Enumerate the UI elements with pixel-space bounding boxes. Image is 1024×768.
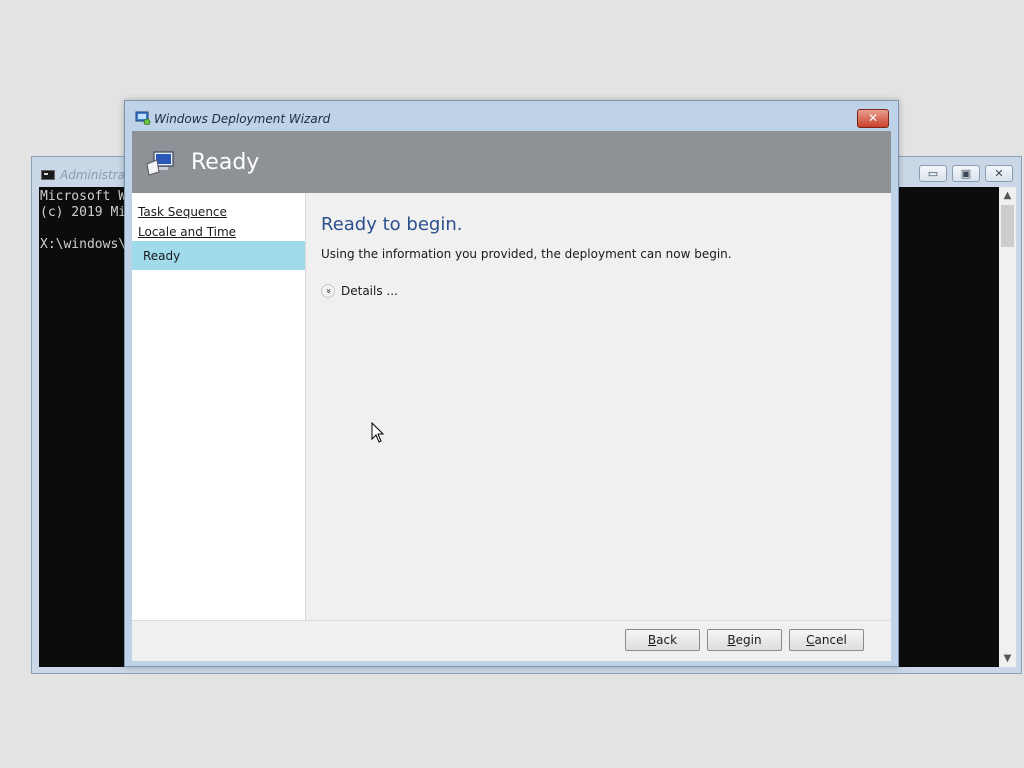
wizard-app-icon [135,111,151,125]
details-label[interactable]: Details ... [341,284,398,298]
cancel-label: ancel [814,633,847,647]
details-expander[interactable]: » Details ... [321,283,398,299]
wizard-header-banner: Ready [132,131,891,193]
scroll-up-arrow-icon[interactable]: ▲ [999,187,1016,204]
console-scrollbar[interactable]: ▲ ▼ [999,187,1016,667]
nav-item-task-sequence[interactable]: Task Sequence [138,205,227,219]
wizard-content-pane: Ready to begin. Using the information yo… [306,193,891,620]
cancel-mnemonic: C [806,633,815,647]
back-mnemonic: B [647,633,657,647]
wizard-footer: Back Begin Cancel [132,620,891,661]
header-title: Ready [191,150,260,175]
console-app-icon [41,170,55,180]
nav-item-ready-label: Ready [143,249,181,263]
mouse-cursor-icon [371,422,385,443]
cancel-button[interactable]: Cancel [789,629,864,651]
begin-label: egin [735,633,762,647]
scroll-thumb[interactable] [1001,205,1014,247]
nav-item-ready[interactable]: Ready [132,241,305,270]
nav-item-locale-and-time[interactable]: Locale and Time [138,225,236,239]
wizard-close-button[interactable]: ✕ [857,109,889,128]
deployment-wizard-window[interactable]: Windows Deployment Wizard ✕ Ready Task S… [124,100,899,667]
console-minimize-button[interactable]: ▭ [919,165,947,182]
expand-details-icon[interactable]: » [321,284,335,298]
back-label: ack [656,633,678,647]
content-description: Using the information you provided, the … [321,247,732,261]
wizard-client-area: Ready Task Sequence Locale and Time Read… [132,131,891,661]
begin-mnemonic: B [727,633,736,647]
computer-icon [146,151,174,176]
console-title: Administrat [60,168,130,182]
back-button[interactable]: Back [625,629,700,651]
content-heading: Ready to begin. [321,214,463,235]
console-close-button[interactable]: ✕ [985,165,1013,182]
console-maximize-button[interactable]: ▣ [952,165,980,182]
scroll-down-arrow-icon[interactable]: ▼ [999,650,1016,667]
console-window-controls: ▭ ▣ ✕ [919,165,1013,182]
begin-button[interactable]: Begin [707,629,782,651]
wizard-titlebar[interactable]: Windows Deployment Wizard ✕ [125,101,898,131]
wizard-navigation-pane: Task Sequence Locale and Time Ready [132,193,306,620]
wizard-title: Windows Deployment Wizard [154,112,331,126]
